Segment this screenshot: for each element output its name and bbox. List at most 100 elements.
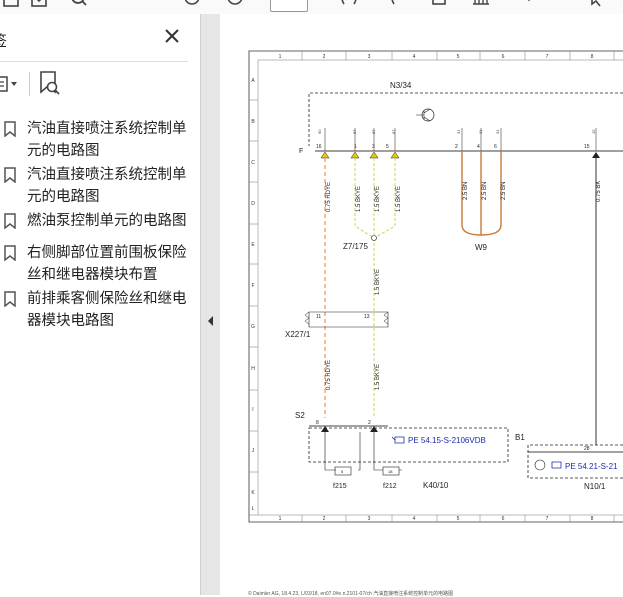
bookmark-icon xyxy=(4,213,16,230)
bookmark-item[interactable]: 前排乘客侧保险丝和继电器模块电路图 xyxy=(0,288,196,332)
bookmarks-panel: 签 汽油直接喷注系统控制单元的电路图 汽油直接喷注系统控制单元的电路图 燃油泵控… xyxy=(0,14,201,595)
columns-icon[interactable] xyxy=(472,0,490,10)
pin-number: 5 xyxy=(386,144,389,150)
close-panel-icon[interactable] xyxy=(163,27,181,45)
pin-number: 18 xyxy=(388,469,393,474)
row-letter: D xyxy=(251,201,255,207)
pin-number: 2 xyxy=(368,420,371,426)
bookmark-item[interactable]: 燃油泵控制单元的电路图 xyxy=(0,210,196,234)
column-number: 4 xyxy=(413,516,416,522)
column-number: 1 xyxy=(279,516,282,522)
panel-splitter[interactable] xyxy=(201,14,220,595)
column-number: 6 xyxy=(502,516,505,522)
reference-link: PE 54.21-S-21 xyxy=(565,462,618,471)
row-letter: B xyxy=(251,119,255,125)
column-number: 2 xyxy=(323,516,326,522)
svg-text:87: 87 xyxy=(352,129,357,134)
wire-label: 0.75 BK xyxy=(596,181,602,202)
component-label: S2 xyxy=(295,411,305,420)
svg-text:15: 15 xyxy=(591,129,596,134)
column-number: 8 xyxy=(591,516,594,522)
svg-text:31: 31 xyxy=(456,129,461,134)
wire-label: 0.75 RDYE xyxy=(326,182,332,212)
wire-label: 0.75 RDYE xyxy=(326,360,332,390)
pin-number: 5 xyxy=(341,469,344,474)
column-number: 3 xyxy=(368,54,371,60)
component-label: W9 xyxy=(475,243,488,252)
pin-number: 2 xyxy=(455,144,458,150)
page-number-input[interactable] xyxy=(270,0,308,12)
pin-number: 15 xyxy=(584,144,590,150)
row-letter: H xyxy=(251,366,255,372)
transistor-symbol xyxy=(416,108,435,122)
wire-label: 2.5 BN xyxy=(463,182,469,200)
column-number: 7 xyxy=(546,516,549,522)
pin-number: 16 xyxy=(316,144,322,150)
next-page-icon[interactable] xyxy=(226,0,244,10)
column-number: 7 xyxy=(546,54,549,60)
bookmark-icon xyxy=(4,245,16,262)
wire-label: 1.5 BKYE xyxy=(356,186,362,212)
bookmark-icon xyxy=(4,121,16,138)
wire-label: 2.5 BN xyxy=(501,182,507,200)
document-view[interactable]: 1 2 3 4 5 6 7 8 1 2 3 4 5 6 7 8 A B C D … xyxy=(220,14,623,595)
wire-label: 1.5 BKYE xyxy=(375,186,381,212)
component-label: B1 xyxy=(515,433,525,442)
pin-number: 11 xyxy=(316,314,321,320)
fit-page-icon[interactable] xyxy=(430,0,448,10)
component-label: X227/1 xyxy=(285,330,311,339)
pin-number: 6 xyxy=(494,144,497,150)
bookmark-label: 汽油直接喷注系统控制单元的电路图 xyxy=(27,121,187,159)
fuse-label: f215 xyxy=(333,483,347,490)
pin-number: 8 xyxy=(316,420,319,426)
bookmark-icon xyxy=(4,167,16,184)
select-tool-icon[interactable] xyxy=(340,0,358,10)
pin-number: 28 xyxy=(584,446,590,452)
row-letter: G xyxy=(251,324,255,330)
svg-text:90: 90 xyxy=(317,129,322,134)
component-label: K40/10 xyxy=(423,481,449,490)
row-letter: E xyxy=(251,242,255,248)
wire-label: 2.5 BN xyxy=(482,182,488,200)
row-letter: L xyxy=(252,506,255,512)
zoom-out-icon[interactable] xyxy=(390,0,408,10)
bookmark-item[interactable]: 右侧脚部位置前围板保险丝和继电器模块布置 xyxy=(0,242,196,286)
tools-icon[interactable] xyxy=(520,0,538,10)
column-number: 2 xyxy=(323,54,326,60)
row-letter: F xyxy=(251,283,254,289)
wire-label: 1.5 BKYE xyxy=(396,186,402,212)
email-icon[interactable] xyxy=(30,0,48,10)
panel-divider xyxy=(0,61,188,62)
toolbar-divider xyxy=(29,72,30,96)
cursor-icon[interactable] xyxy=(588,0,606,10)
column-number: 6 xyxy=(502,54,505,60)
column-number: 5 xyxy=(457,516,460,522)
bookmark-label: 前排乘客侧保险丝和继电器模块电路图 xyxy=(27,291,187,329)
svg-text:31: 31 xyxy=(495,129,500,134)
column-number: 8 xyxy=(591,54,594,60)
pin-number: 1 xyxy=(354,144,357,150)
bookmark-label: 燃油泵控制单元的电路图 xyxy=(27,213,187,229)
options-menu-icon[interactable] xyxy=(0,72,22,96)
wire-label: 1.5 BKYE xyxy=(375,364,381,390)
component-label: N10/1 xyxy=(584,482,606,491)
bookmark-label: 右侧脚部位置前围板保险丝和继电器模块布置 xyxy=(27,245,187,283)
reference-link: PE 54.15-S-2106VDB xyxy=(408,436,486,445)
previous-page-icon[interactable] xyxy=(183,0,201,10)
row-letter: A xyxy=(251,78,255,84)
row-letter: K xyxy=(251,490,255,496)
pin-number: 4 xyxy=(477,144,480,150)
search-icon[interactable] xyxy=(70,0,88,10)
top-toolbar xyxy=(0,0,623,14)
pin-number: 3 xyxy=(372,144,375,150)
row-letter: I xyxy=(252,407,253,413)
collapse-panel-icon[interactable] xyxy=(205,313,215,329)
bookmark-icon xyxy=(4,291,16,308)
bookmark-item[interactable]: 汽油直接喷注系统控制单元的电路图 xyxy=(0,118,196,162)
component-label: N3/34 xyxy=(390,81,412,90)
wiring-diagram: 1 2 3 4 5 6 7 8 1 2 3 4 5 6 7 8 A B C D … xyxy=(248,50,623,523)
fuse-label: f212 xyxy=(383,483,397,490)
find-bookmark-icon[interactable] xyxy=(38,70,62,96)
print-icon[interactable] xyxy=(2,0,20,10)
bookmark-item[interactable]: 汽油直接喷注系统控制单元的电路图 xyxy=(0,164,196,208)
